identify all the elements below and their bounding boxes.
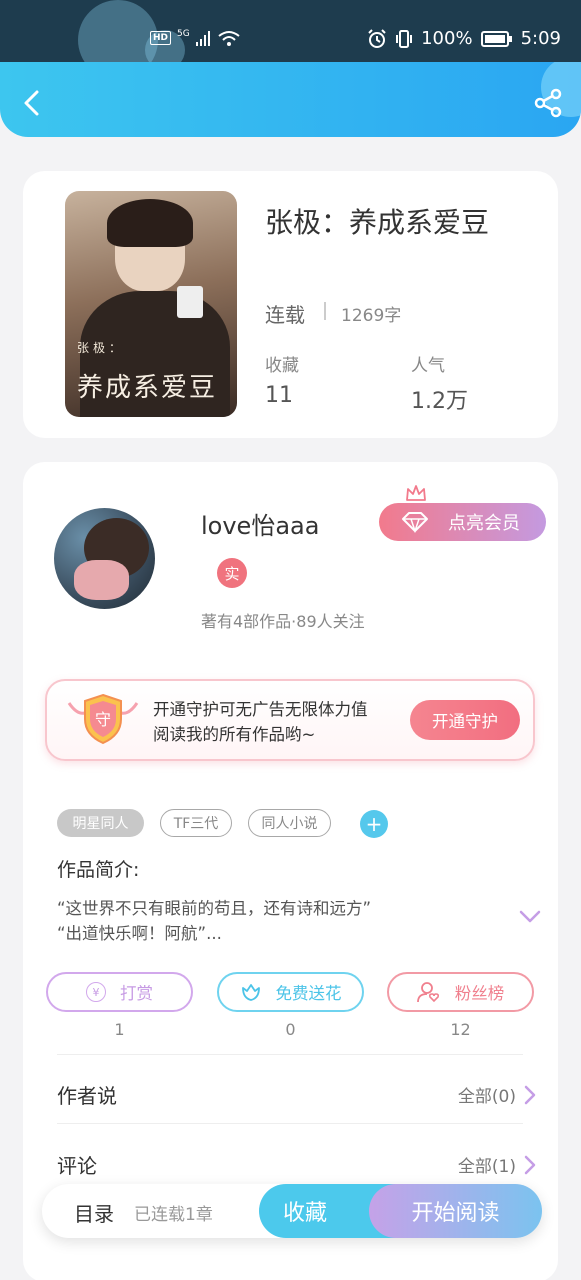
free-flower-button[interactable]: 免费送花 [217,972,364,1012]
guard-text-line2: 阅读我的所有作品哟~ [153,725,316,744]
tag-tf3[interactable]: TF三代 [160,809,232,837]
divider [57,1054,523,1055]
chevron-right-icon [524,1085,536,1104]
popularity-label: 人气 [411,356,445,376]
guard-shield-icon: 守 [67,693,139,745]
share-button[interactable] [533,88,563,118]
intro-line2: “出道快乐啊！阿航”... [57,924,222,943]
author-says-all-label: 全部(0) [457,1087,516,1107]
flower-icon [241,984,260,1001]
intro-line1: “这世界不只有眼前的苟且，还有诗和远方” [57,899,372,918]
guard-shield-char: 守 [95,710,111,729]
book-title: 张极：养成系爱豆 [265,206,490,239]
battery-icon [480,30,512,47]
cover-hair [107,199,193,247]
word-count: 1269字 [341,306,402,326]
comments-all-link[interactable]: 全部(1) [458,1152,536,1177]
guard-text: 开通守护可无广告无限体力值 阅读我的所有作品哟~ [153,697,403,747]
battery-percent: 100% [421,28,473,49]
fan-ranking-button[interactable]: 粉丝榜 [387,972,534,1012]
hd-icon: HD [150,31,172,45]
author-name[interactable]: love怡aaa [201,506,319,541]
author-meta: 著有4部作品·89人关注 [201,612,365,631]
clock: 5:09 [520,28,561,49]
divider [57,1123,523,1124]
vip-button-label: 点亮会员 [448,513,520,534]
comments-all-label: 全部(1) [457,1157,516,1177]
vip-button[interactable]: 点亮会员 [379,503,546,541]
yen-icon: ¥ [86,982,106,1002]
author-says-title: 作者说 [57,1084,117,1108]
avatar-mask [74,560,129,600]
open-guard-button[interactable]: 开通守护 [410,700,520,740]
intro-text: “这世界不只有眼前的苟且，还有诗和远方” “出道快乐啊！阿航”... [57,896,477,946]
author-card: love怡aaa 实 著有4部作品·89人关注 点亮会员 守 开通守护可无广告无… [23,462,558,1280]
guard-text-line1: 开通守护可无广告无限体力值 [153,700,368,719]
book-cover[interactable]: 张极： 养成系爱豆 [65,191,237,417]
flower-count: 0 [285,1020,296,1039]
reward-label: 打赏 [120,984,153,1003]
catalog-button[interactable]: 目录 [74,1198,114,1227]
signal-icon [195,31,210,46]
comments-title: 评论 [57,1154,97,1178]
favorites-value: 11 [265,383,293,408]
top-header [0,62,581,137]
bottom-action-bar: 目录 已连载1章 收藏 开始阅读 [42,1184,542,1238]
reward-count: 1 [114,1020,125,1039]
system-indicators: 100% 5:09 [367,28,561,49]
wifi-icon [218,31,240,46]
vibrate-icon [396,29,413,48]
guard-promo: 守 开通守护可无广告无限体力值 阅读我的所有作品哟~ 开通守护 [45,679,535,761]
status-bar: HD 5G 100% 5:09 [0,0,581,80]
back-button[interactable] [18,88,48,118]
network-indicators: HD 5G [150,29,240,46]
start-reading-button[interactable]: 开始阅读 [369,1184,542,1238]
divider [324,302,326,320]
book-info-card: 张极： 养成系爱豆 张极：养成系爱豆 连载 1269字 收藏 11 人气 1.2… [23,171,558,438]
free-flower-label: 免费送花 [275,984,342,1003]
cover-subtitle: 张极： [77,341,126,355]
network-type: 5G [177,29,190,39]
popularity-value: 1.2万 [411,389,468,414]
crown-icon [406,485,426,501]
cover-cup [177,286,203,318]
chapter-progress: 已连载1章 [134,1205,213,1225]
alarm-icon [368,28,386,48]
author-says-all-link[interactable]: 全部(0) [458,1082,536,1107]
book-status: 连载 [265,303,305,327]
diamond-icon [402,512,428,533]
tag-fanfic-novel[interactable]: 同人小说 [248,809,331,837]
verified-badge: 实 [217,558,247,588]
favorites-label: 收藏 [265,356,299,376]
chevron-down-icon[interactable] [519,910,541,924]
tag-star-fanfic[interactable]: 明星同人 [57,809,144,837]
reward-button[interactable]: ¥ 打赏 [46,972,193,1012]
fan-count: 12 [450,1020,471,1039]
user-heart-icon [416,982,439,1003]
author-avatar[interactable] [54,508,155,609]
intro-heading: 作品简介: [57,859,140,881]
fan-ranking-label: 粉丝榜 [454,984,505,1003]
chevron-right-icon [524,1155,536,1174]
add-tag-button[interactable]: + [360,810,388,838]
cover-title: 养成系爱豆 [77,373,218,403]
